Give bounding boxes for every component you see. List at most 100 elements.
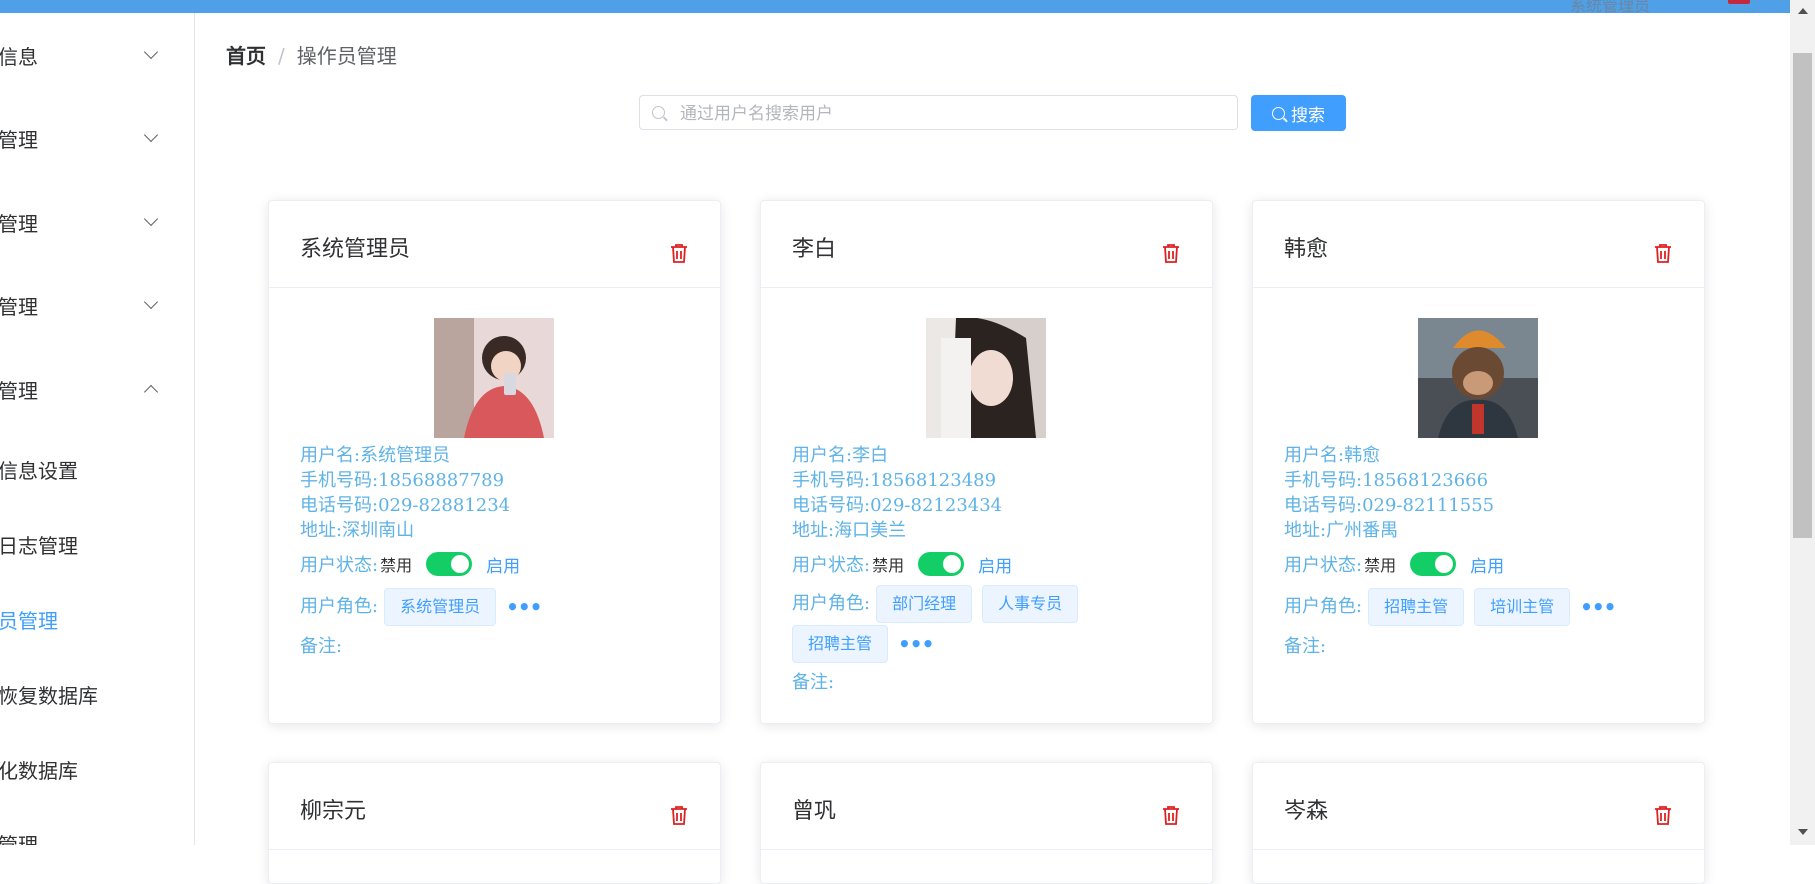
sidebar-item-manage-1[interactable]: 管理 [0, 118, 188, 158]
sidebar-item-manage-2[interactable]: 管理 [0, 202, 188, 242]
card-title: 岑森 [1284, 799, 1329, 824]
field-label: 手机号码: [792, 470, 871, 491]
username-row: 用户名:系统管理员 [300, 441, 450, 467]
field-label: 备注: [1284, 636, 1327, 657]
user-card: 系统管理员 用户名:系统管理员 手机号码:18568887789 电话号码:02… [268, 200, 721, 724]
user-avatar [434, 318, 554, 438]
vertical-scrollbar[interactable] [1790, 0, 1815, 845]
sidebar-item-label: 管理 [0, 294, 38, 319]
status-disabled-text: 禁用 [380, 556, 413, 575]
status-toggle[interactable] [426, 552, 473, 576]
mobile-row: 手机号码:18568887789 [300, 466, 504, 492]
field-label: 电话号码: [300, 495, 379, 516]
sidebar-item-restore-db[interactable]: 恢复数据库 [0, 674, 188, 714]
user-card: 柳宗元 [268, 762, 721, 884]
search-icon [1272, 106, 1285, 120]
sidebar-item-log-manage[interactable]: 日志管理 [0, 524, 188, 564]
field-label: 用户名: [792, 445, 853, 466]
sidebar-item-system-manage[interactable]: 管理 [0, 369, 188, 409]
breadcrumb-home[interactable]: 首页 [226, 44, 266, 68]
phone-row: 电话号码:029-82881234 [300, 491, 510, 517]
search-input[interactable] [678, 96, 1222, 131]
role-tag: 人事专员 [982, 585, 1079, 623]
roles-label: 用户角色: [1284, 596, 1363, 617]
breadcrumb-separator: / [278, 44, 285, 68]
roles-row: 用户角色: 招聘主管 培训主管 ••• [1284, 588, 1684, 626]
field-value: 18568887789 [378, 470, 505, 491]
sidebar-item-label: 化数据库 [0, 758, 78, 783]
field-label: 电话号码: [792, 495, 871, 516]
sidebar-item-info[interactable]: 信息 [0, 35, 188, 75]
search-field [639, 95, 1238, 131]
address-row: 地址:广州番禺 [1284, 516, 1398, 542]
language-flag-icon[interactable] [1728, 0, 1750, 4]
scroll-down-arrow-icon[interactable] [1798, 829, 1808, 835]
field-value: 深圳南山 [342, 520, 415, 541]
field-label: 地址: [1284, 520, 1327, 541]
address-row: 地址:海口美兰 [792, 516, 906, 542]
sidebar-item-label: 员管理 [0, 608, 58, 633]
sidebar-menu: 信息 管理 管理 管理 管理 信息设置 日志管理 员管理 恢复数据库 化数据库 … [0, 13, 195, 845]
search-button[interactable]: 搜索 [1251, 95, 1346, 131]
sidebar-item-label: 管理 [0, 127, 38, 152]
phone-row: 电话号码:029-82123434 [792, 491, 1002, 517]
trash-icon[interactable] [1654, 805, 1672, 825]
field-label: 手机号码: [300, 470, 379, 491]
sidebar-item-label: 管理 [0, 832, 38, 846]
sidebar-item-operator-manage[interactable]: 员管理 [0, 599, 188, 639]
top-header-bar: 系统管理员 [0, 0, 1790, 16]
remark-row: 备注: [1284, 632, 1326, 658]
sidebar-item-info-settings[interactable]: 信息设置 [0, 449, 188, 489]
roles-row: 用户角色: 部门经理 人事专员招聘主管 ••• [792, 584, 1192, 664]
sidebar-item-label: 信息设置 [0, 458, 78, 483]
sidebar-item-manage-4[interactable]: 管理 [0, 823, 188, 846]
status-row: 用户状态: 禁用 启用 [1284, 551, 1504, 577]
status-enabled-text: 启用 [1470, 556, 1505, 577]
scrollbar-thumb[interactable] [1793, 53, 1812, 538]
remark-row: 备注: [300, 632, 342, 658]
trash-icon[interactable] [1162, 805, 1180, 825]
current-user-name[interactable]: 系统管理员 [1570, 0, 1650, 16]
card-title: 系统管理员 [300, 237, 411, 262]
field-value: 系统管理员 [360, 445, 451, 466]
field-value: 海口美兰 [834, 520, 907, 541]
trash-icon[interactable] [1654, 243, 1672, 263]
field-value: 韩愈 [1344, 445, 1381, 466]
status-toggle[interactable] [1410, 552, 1457, 576]
trash-icon[interactable] [670, 243, 688, 263]
user-avatar [926, 318, 1046, 438]
card-header: 曾巩 [761, 763, 1212, 850]
role-tag: 培训主管 [1474, 588, 1571, 626]
role-tag: 招聘主管 [1368, 588, 1465, 626]
card-header: 系统管理员 [269, 201, 720, 288]
role-tag: 系统管理员 [384, 588, 497, 626]
role-tag: 部门经理 [876, 585, 973, 623]
role-tag: 招聘主管 [792, 625, 889, 663]
card-title: 曾巩 [792, 799, 837, 824]
sidebar-item-label: 管理 [0, 378, 38, 403]
field-value: 029-82111555 [1362, 495, 1495, 516]
search-icon [652, 106, 665, 119]
roles-label: 用户角色: [792, 593, 871, 614]
field-value: 广州番禺 [1326, 520, 1399, 541]
field-label: 手机号码: [1284, 470, 1363, 491]
field-label: 备注: [300, 636, 343, 657]
chevron-down-icon [143, 127, 159, 143]
chevron-down-icon [143, 44, 159, 60]
scroll-up-arrow-icon[interactable] [1798, 8, 1808, 14]
sidebar-item-label: 管理 [0, 211, 38, 236]
status-toggle[interactable] [918, 552, 965, 576]
remark-row: 备注: [792, 668, 834, 694]
sidebar-item-init-db[interactable]: 化数据库 [0, 749, 188, 789]
card-title: 韩愈 [1284, 237, 1329, 262]
trash-icon[interactable] [670, 805, 688, 825]
more-roles-button[interactable]: ••• [1580, 595, 1616, 619]
field-value: 18568123666 [1362, 470, 1489, 491]
card-header: 李白 [761, 201, 1212, 288]
more-roles-button[interactable]: ••• [506, 595, 542, 619]
sidebar-item-manage-3[interactable]: 管理 [0, 285, 188, 325]
trash-icon[interactable] [1162, 243, 1180, 263]
more-roles-button[interactable]: ••• [898, 624, 934, 664]
status-label: 用户状态: [1284, 555, 1363, 576]
breadcrumb: 首页 / 操作员管理 [226, 40, 397, 69]
